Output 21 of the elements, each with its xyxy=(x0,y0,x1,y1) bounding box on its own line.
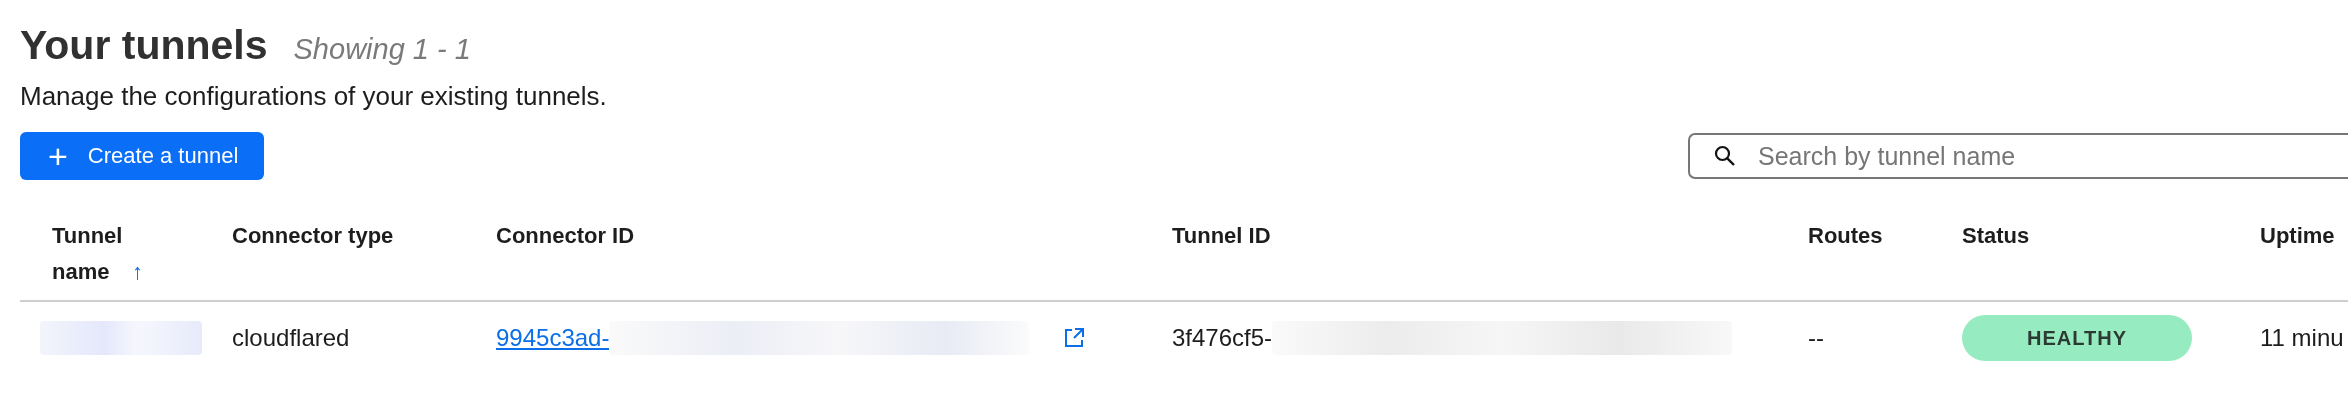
status-badge: HEALTHY xyxy=(1962,315,2192,361)
column-header[interactable]: Connector ID xyxy=(496,223,635,248)
column-header[interactable]: Tunnel name xyxy=(52,218,126,290)
search-field[interactable]: Search by tunnel name xyxy=(1688,133,2348,179)
column-header[interactable]: Routes xyxy=(1808,223,1883,248)
table-cell: 3f476cf5- xyxy=(1172,324,1273,352)
page-title: Your tunnels xyxy=(20,22,268,69)
table-cell: 11 minu xyxy=(2260,324,2344,352)
result-count: Showing 1 - 1 xyxy=(293,33,471,66)
page-description: Manage the configurations of your existing tunnels. xyxy=(20,81,608,112)
connector-id-link[interactable]: 9945c3ad- xyxy=(496,324,610,352)
sort-arrow-icon[interactable]: ↑ xyxy=(132,254,143,290)
column-header[interactable]: Uptime xyxy=(2260,223,2335,248)
table-cell: cloudflared xyxy=(232,324,350,352)
column-header[interactable]: Tunnel ID xyxy=(1172,223,1271,248)
column-header[interactable]: Connector type xyxy=(232,223,394,248)
external-link-icon[interactable] xyxy=(1063,327,1086,349)
table-cell: -- xyxy=(1808,324,1824,352)
create-tunnel-button[interactable]: + Create a tunnel xyxy=(20,132,265,180)
search-icon xyxy=(1714,145,1736,167)
column-header[interactable]: Status xyxy=(1962,223,2030,248)
